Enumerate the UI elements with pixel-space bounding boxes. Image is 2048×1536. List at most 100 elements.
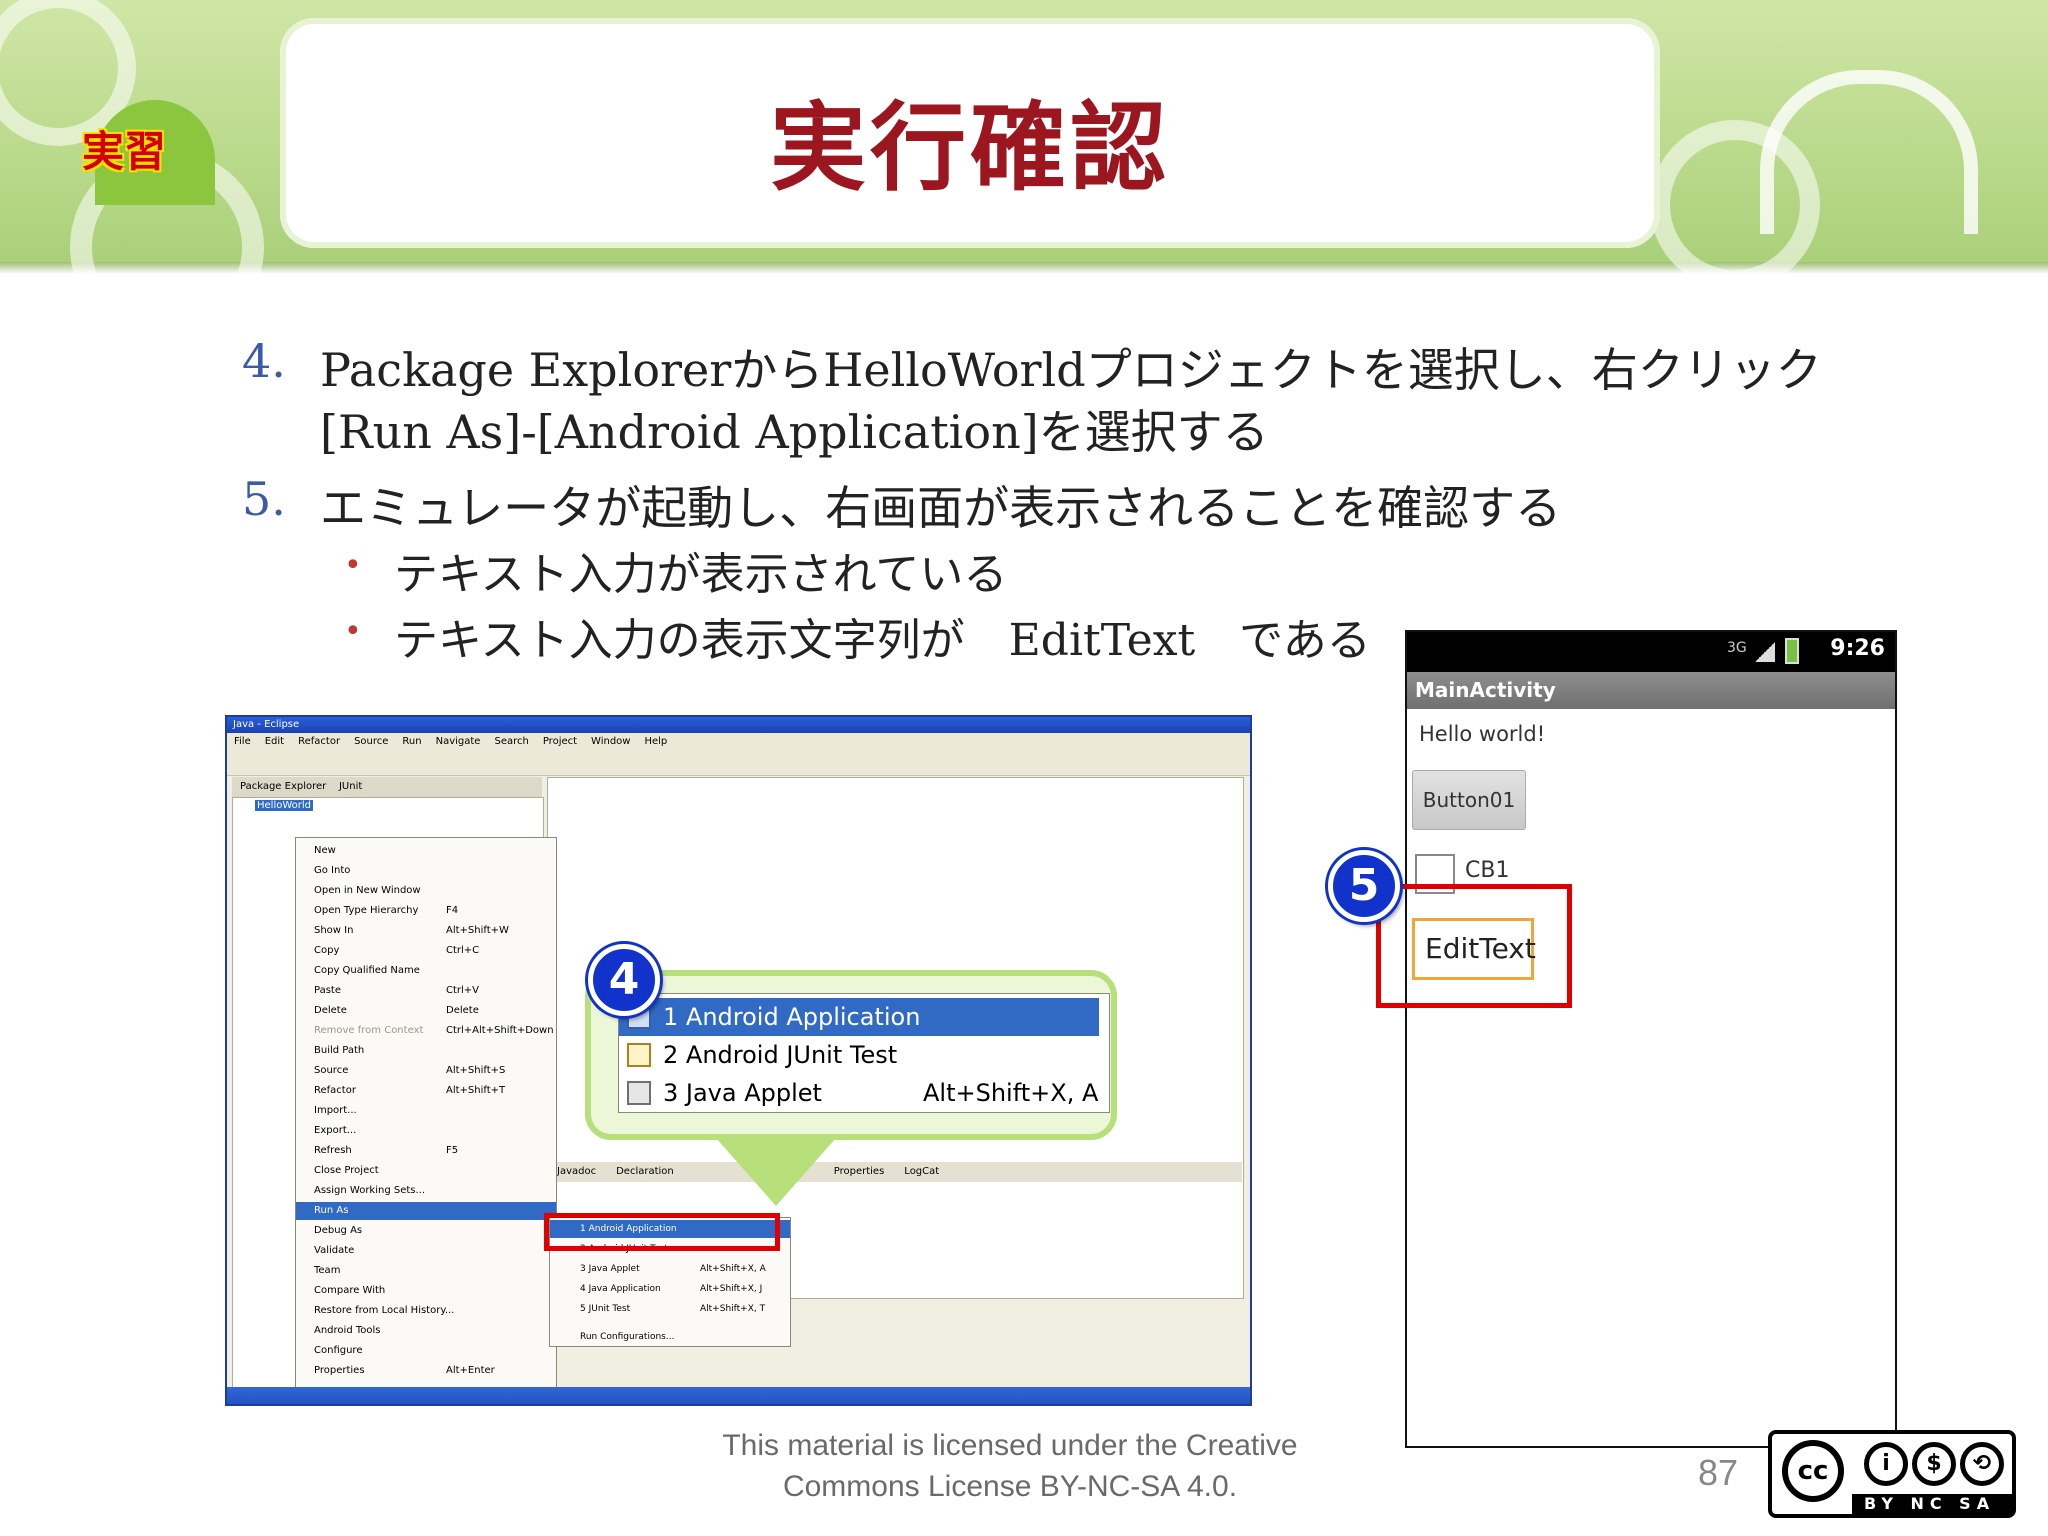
bullet-marker: • (344, 614, 362, 649)
context-menu-item[interactable]: Configure (296, 1342, 556, 1360)
context-menu-item[interactable]: Restore from Local History... (296, 1302, 556, 1320)
context-menu-item[interactable]: Import... (296, 1102, 556, 1120)
context-menu-item[interactable]: Refactor (296, 1082, 556, 1100)
context-menu-item[interactable]: Properties (296, 1362, 556, 1380)
context-menu-item[interactable]: Open Type Hierarchy (296, 902, 556, 920)
context-menu-item[interactable]: Open in New Window (296, 882, 556, 900)
context-menu-item[interactable]: Debug As (296, 1222, 556, 1240)
highlight-box-edittext (1376, 884, 1572, 1008)
cc-logo-icon: cc (1782, 1440, 1844, 1502)
sharealike-icon: ⟲ (1960, 1442, 2004, 1486)
bullet-text: テキスト入力の表示文字列が EditText である (394, 615, 1371, 666)
menu-item-shortcut: Alt+Shift+X, J (700, 1284, 763, 1294)
menu-item-shortcut: Alt+Shift+W (446, 925, 509, 936)
menu-project[interactable]: Project (543, 736, 577, 747)
step-text: [Run As]-[Android Application]を選択する (320, 405, 1269, 459)
attribution-icon: i (1864, 1442, 1908, 1486)
step-number: 5. (242, 472, 286, 526)
context-menu-item[interactable]: Validate (296, 1242, 556, 1260)
clock: 9:26 (1830, 636, 1885, 661)
slide-title: 実行確認 (770, 91, 1170, 204)
menu-item-shortcut: Alt+Shift+T (446, 1085, 506, 1096)
exercise-badge: 実習 (82, 127, 167, 176)
menu-item-shortcut: Ctrl+V (446, 985, 480, 996)
menu-item-shortcut: F5 (446, 1145, 459, 1156)
menu-item-android-junit-test[interactable]: 2 Android JUnit Test (619, 1036, 1099, 1074)
menu-item-shortcut: Alt+Shift+S (446, 1065, 506, 1076)
menu-source[interactable]: Source (354, 736, 388, 747)
menu-navigate[interactable]: Navigate (436, 736, 481, 747)
tab-javadoc[interactable]: Javadoc (557, 1166, 596, 1177)
signal-icon (1755, 642, 1775, 662)
menu-bar: File Edit Refactor Source Run Navigate Search P… (227, 733, 1250, 751)
menu-item-java-applet[interactable]: 3 Java Applet Alt+Shift+X, A (619, 1074, 1099, 1112)
battery-icon (1785, 638, 1799, 664)
menu-run[interactable]: Run (402, 736, 421, 747)
step-text: Package ExplorerからHelloWorldプロジェクトを選択し、右… (320, 343, 1822, 397)
menu-item-shortcut: Alt+Enter (446, 1365, 495, 1376)
context-menu-item[interactable]: Run As (296, 1202, 556, 1220)
step-4-badge: 4 (588, 944, 660, 1016)
menu-help[interactable]: Help (644, 736, 667, 747)
context-menu-item[interactable]: Refresh (296, 1142, 556, 1160)
tab-junit[interactable]: JUnit (339, 781, 362, 792)
menu-edit[interactable]: Edit (265, 736, 284, 747)
toolbar (227, 751, 1250, 776)
windows-taskbar (227, 1387, 1250, 1404)
step-text: エミュレータが起動し、右画面が表示されることを確認する (320, 481, 1562, 535)
menu-refactor[interactable]: Refactor (298, 736, 340, 747)
menu-item-label: 2 Android JUnit Test (663, 1041, 898, 1069)
menu-item-shortcut: F4 (446, 905, 459, 916)
context-menu-item[interactable]: Show In (296, 922, 556, 940)
menu-file[interactable]: File (234, 736, 251, 747)
menu-item-shortcut: Ctrl+Alt+Shift+Down (446, 1025, 554, 1036)
menu-window[interactable]: Window (591, 736, 630, 747)
context-menu-item[interactable]: Export... (296, 1122, 556, 1140)
menu-item-shortcut: Alt+Shift+X, T (700, 1304, 766, 1314)
context-menu-item[interactable]: Delete (296, 1002, 556, 1020)
context-menu-item[interactable]: Copy Qualified Name (296, 962, 556, 980)
context-menu-item[interactable]: Compare With (296, 1282, 556, 1300)
license-line: This material is licensed under the Crea… (722, 1429, 1298, 1462)
menu-item-android-application[interactable]: 1 Android Application (619, 998, 1099, 1036)
context-menu-item[interactable]: Build Path (296, 1042, 556, 1060)
noncommercial-icon: $ (1912, 1442, 1956, 1486)
context-menu-item[interactable]: Team (296, 1262, 556, 1280)
tab-label: Package Explorer (240, 781, 327, 792)
window-title: Java - Eclipse (227, 717, 1250, 733)
context-menu-item[interactable]: Android Tools (296, 1322, 556, 1340)
context-menu: New Go Into Open in New Window Open Type Hi… (295, 837, 557, 1399)
checkbox-label: CB1 (1465, 858, 1510, 883)
tab-properties[interactable]: Properties (834, 1166, 885, 1177)
menu-item-label: 3 Java Applet (663, 1079, 822, 1107)
context-menu-item[interactable]: Assign Working Sets... (296, 1182, 556, 1200)
callout-pointer (716, 1138, 836, 1206)
context-menu-item[interactable]: Copy (296, 942, 556, 960)
license-line: Commons License BY-NC-SA 4.0. (782, 1470, 1238, 1503)
context-menu-item[interactable]: Go Into (296, 862, 556, 880)
menu-item-shortcut: Delete (446, 1005, 479, 1016)
button01[interactable]: Button01 (1412, 770, 1526, 830)
context-menu-item[interactable]: New (296, 842, 556, 860)
context-menu-item[interactable]: Close Project (296, 1162, 556, 1180)
context-menu-item[interactable]: Paste (296, 982, 556, 1000)
tree-item-selected[interactable]: HelloWorld (255, 800, 314, 811)
menu-item-shortcut: Alt+Shift+X, A (700, 1264, 766, 1274)
tab-package-explorer[interactable]: Package Explorer JUnit (232, 777, 542, 797)
junit-icon (627, 1043, 651, 1067)
bullet-text: テキスト入力が表示されている (394, 549, 1008, 600)
hello-text: Hello world! (1419, 722, 1546, 746)
submenu-item[interactable]: Run Configurations... (550, 1328, 790, 1346)
cc-license-badge[interactable]: cc i $ ⟲ BY NC SA (1768, 1430, 2016, 1518)
page-number: 87 (1698, 1452, 1739, 1493)
bottom-view-tabs: Javadoc Declaration Properties LogCat (547, 1162, 1242, 1182)
tab-logcat[interactable]: LogCat (904, 1166, 939, 1177)
network-indicator: 3G (1727, 640, 1747, 656)
menu-search[interactable]: Search (494, 736, 528, 747)
app-title-bar: MainActivity (1407, 672, 1895, 709)
context-menu-item[interactable]: Source (296, 1062, 556, 1080)
tab-declaration[interactable]: Declaration (616, 1166, 674, 1177)
android-emulator-screen: 3G 9:26 MainActivity Hello world! Button… (1405, 630, 1897, 1448)
menu-item-label: 1 Android Application (663, 1003, 921, 1031)
menu-item-shortcut: Alt+Shift+X, A (923, 1079, 1099, 1107)
